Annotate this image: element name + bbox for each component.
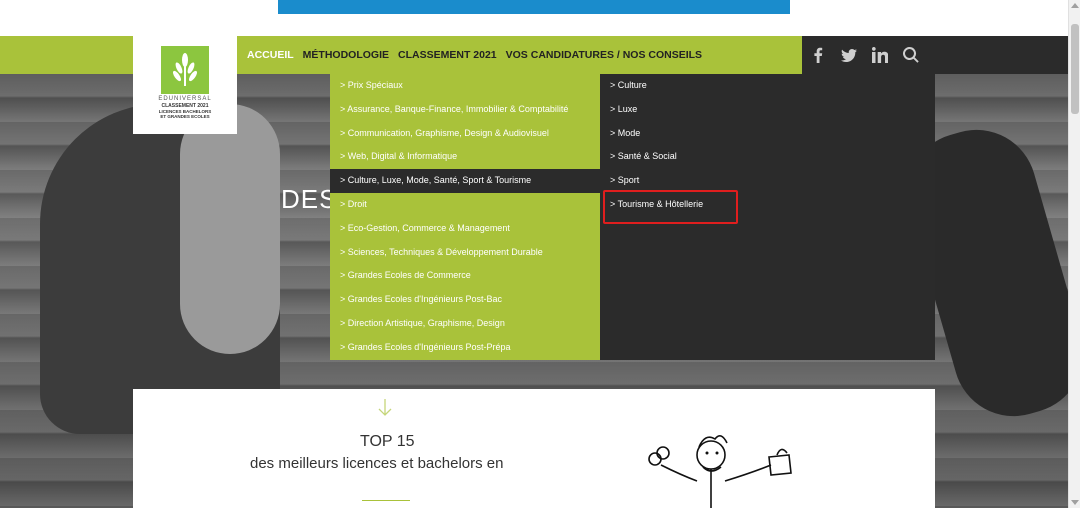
top-banner-bar xyxy=(278,0,790,14)
menu-item-culture-luxe[interactable]: > Culture, Luxe, Mode, Santé, Sport & To… xyxy=(330,169,600,193)
page: DES EDUNIVERSAL CLASSEMENT 2021 LICENCES… xyxy=(0,0,1080,508)
facebook-icon[interactable] xyxy=(803,36,833,74)
submenu-item-culture[interactable]: > Culture xyxy=(600,74,935,98)
hero-hair-silhouette xyxy=(180,104,280,354)
ranking-subheading: des meilleurs licences et bachelors en xyxy=(250,455,504,472)
cartoon-illustration xyxy=(648,435,792,508)
menu-item-assurance-banque[interactable]: > Assurance, Banque-Finance, Immobilier … xyxy=(330,98,600,122)
menu-item-direction-artistique[interactable]: > Direction Artistique, Graphisme, Desig… xyxy=(330,312,600,336)
menu-item-prix-speciaux[interactable]: > Prix Spéciaux xyxy=(330,74,600,98)
arrow-down-icon xyxy=(378,399,392,416)
content-panel: TOP 15 des meilleurs licences et bachelo… xyxy=(133,389,935,508)
menu-item-communication[interactable]: > Communication, Graphisme, Design & Aud… xyxy=(330,122,600,146)
highlight-annotation-box xyxy=(603,190,738,224)
logo-text-ecoles: ET GRANDES ECOLES xyxy=(160,114,210,119)
vertical-scrollbar[interactable] xyxy=(1068,0,1080,508)
submenu-item-luxe[interactable]: > Luxe xyxy=(600,98,935,122)
site-logo[interactable]: EDUNIVERSAL CLASSEMENT 2021 LICENCES BAC… xyxy=(133,36,237,134)
heading-underline xyxy=(362,500,410,501)
search-icon[interactable] xyxy=(896,36,926,74)
wheat-logo-icon xyxy=(161,46,209,94)
social-links xyxy=(802,36,926,74)
menu-item-eco-gestion[interactable]: > Eco-Gestion, Commerce & Management xyxy=(330,217,600,241)
linkedin-icon[interactable] xyxy=(865,36,895,74)
ranking-heading: TOP 15 xyxy=(360,433,415,450)
nav-item-candidatures[interactable]: VOS CANDIDATURES / NOS CONSEILS xyxy=(506,49,702,61)
nav-item-accueil[interactable]: ACCUEIL xyxy=(247,49,294,61)
nav-item-classement[interactable]: CLASSEMENT 2021 xyxy=(398,49,497,61)
scroll-up-icon[interactable] xyxy=(1071,3,1079,8)
twitter-icon[interactable] xyxy=(834,36,864,74)
dropdown-menu-categories: > Prix Spéciaux > Assurance, Banque-Fina… xyxy=(330,74,600,360)
menu-item-sciences[interactable]: > Sciences, Techniques & Développement D… xyxy=(330,241,600,265)
logo-text-eduniversal: EDUNIVERSAL xyxy=(158,96,212,102)
submenu-item-sante-social[interactable]: > Santé & Social xyxy=(600,145,935,169)
scroll-down-icon[interactable] xyxy=(1071,500,1079,505)
menu-item-ingenieurs-post-prepa[interactable]: > Grandes Ecoles d'Ingénieurs Post-Prépa xyxy=(330,336,600,360)
submenu-item-mode[interactable]: > Mode xyxy=(600,122,935,146)
menu-item-web-digital[interactable]: > Web, Digital & Informatique xyxy=(330,145,600,169)
nav-menu: ACCUEIL MÉTHODOLOGIE CLASSEMENT 2021 VOS… xyxy=(247,36,711,74)
menu-item-ingenieurs-post-bac[interactable]: > Grandes Ecoles d'Ingénieurs Post-Bac xyxy=(330,288,600,312)
menu-item-grandes-ecoles-commerce[interactable]: > Grandes Ecoles de Commerce xyxy=(330,264,600,288)
hero-title: DES xyxy=(281,184,338,214)
nav-item-methodologie[interactable]: MÉTHODOLOGIE xyxy=(303,49,389,61)
menu-item-droit[interactable]: > Droit xyxy=(330,193,600,217)
scroll-thumb[interactable] xyxy=(1071,24,1079,114)
